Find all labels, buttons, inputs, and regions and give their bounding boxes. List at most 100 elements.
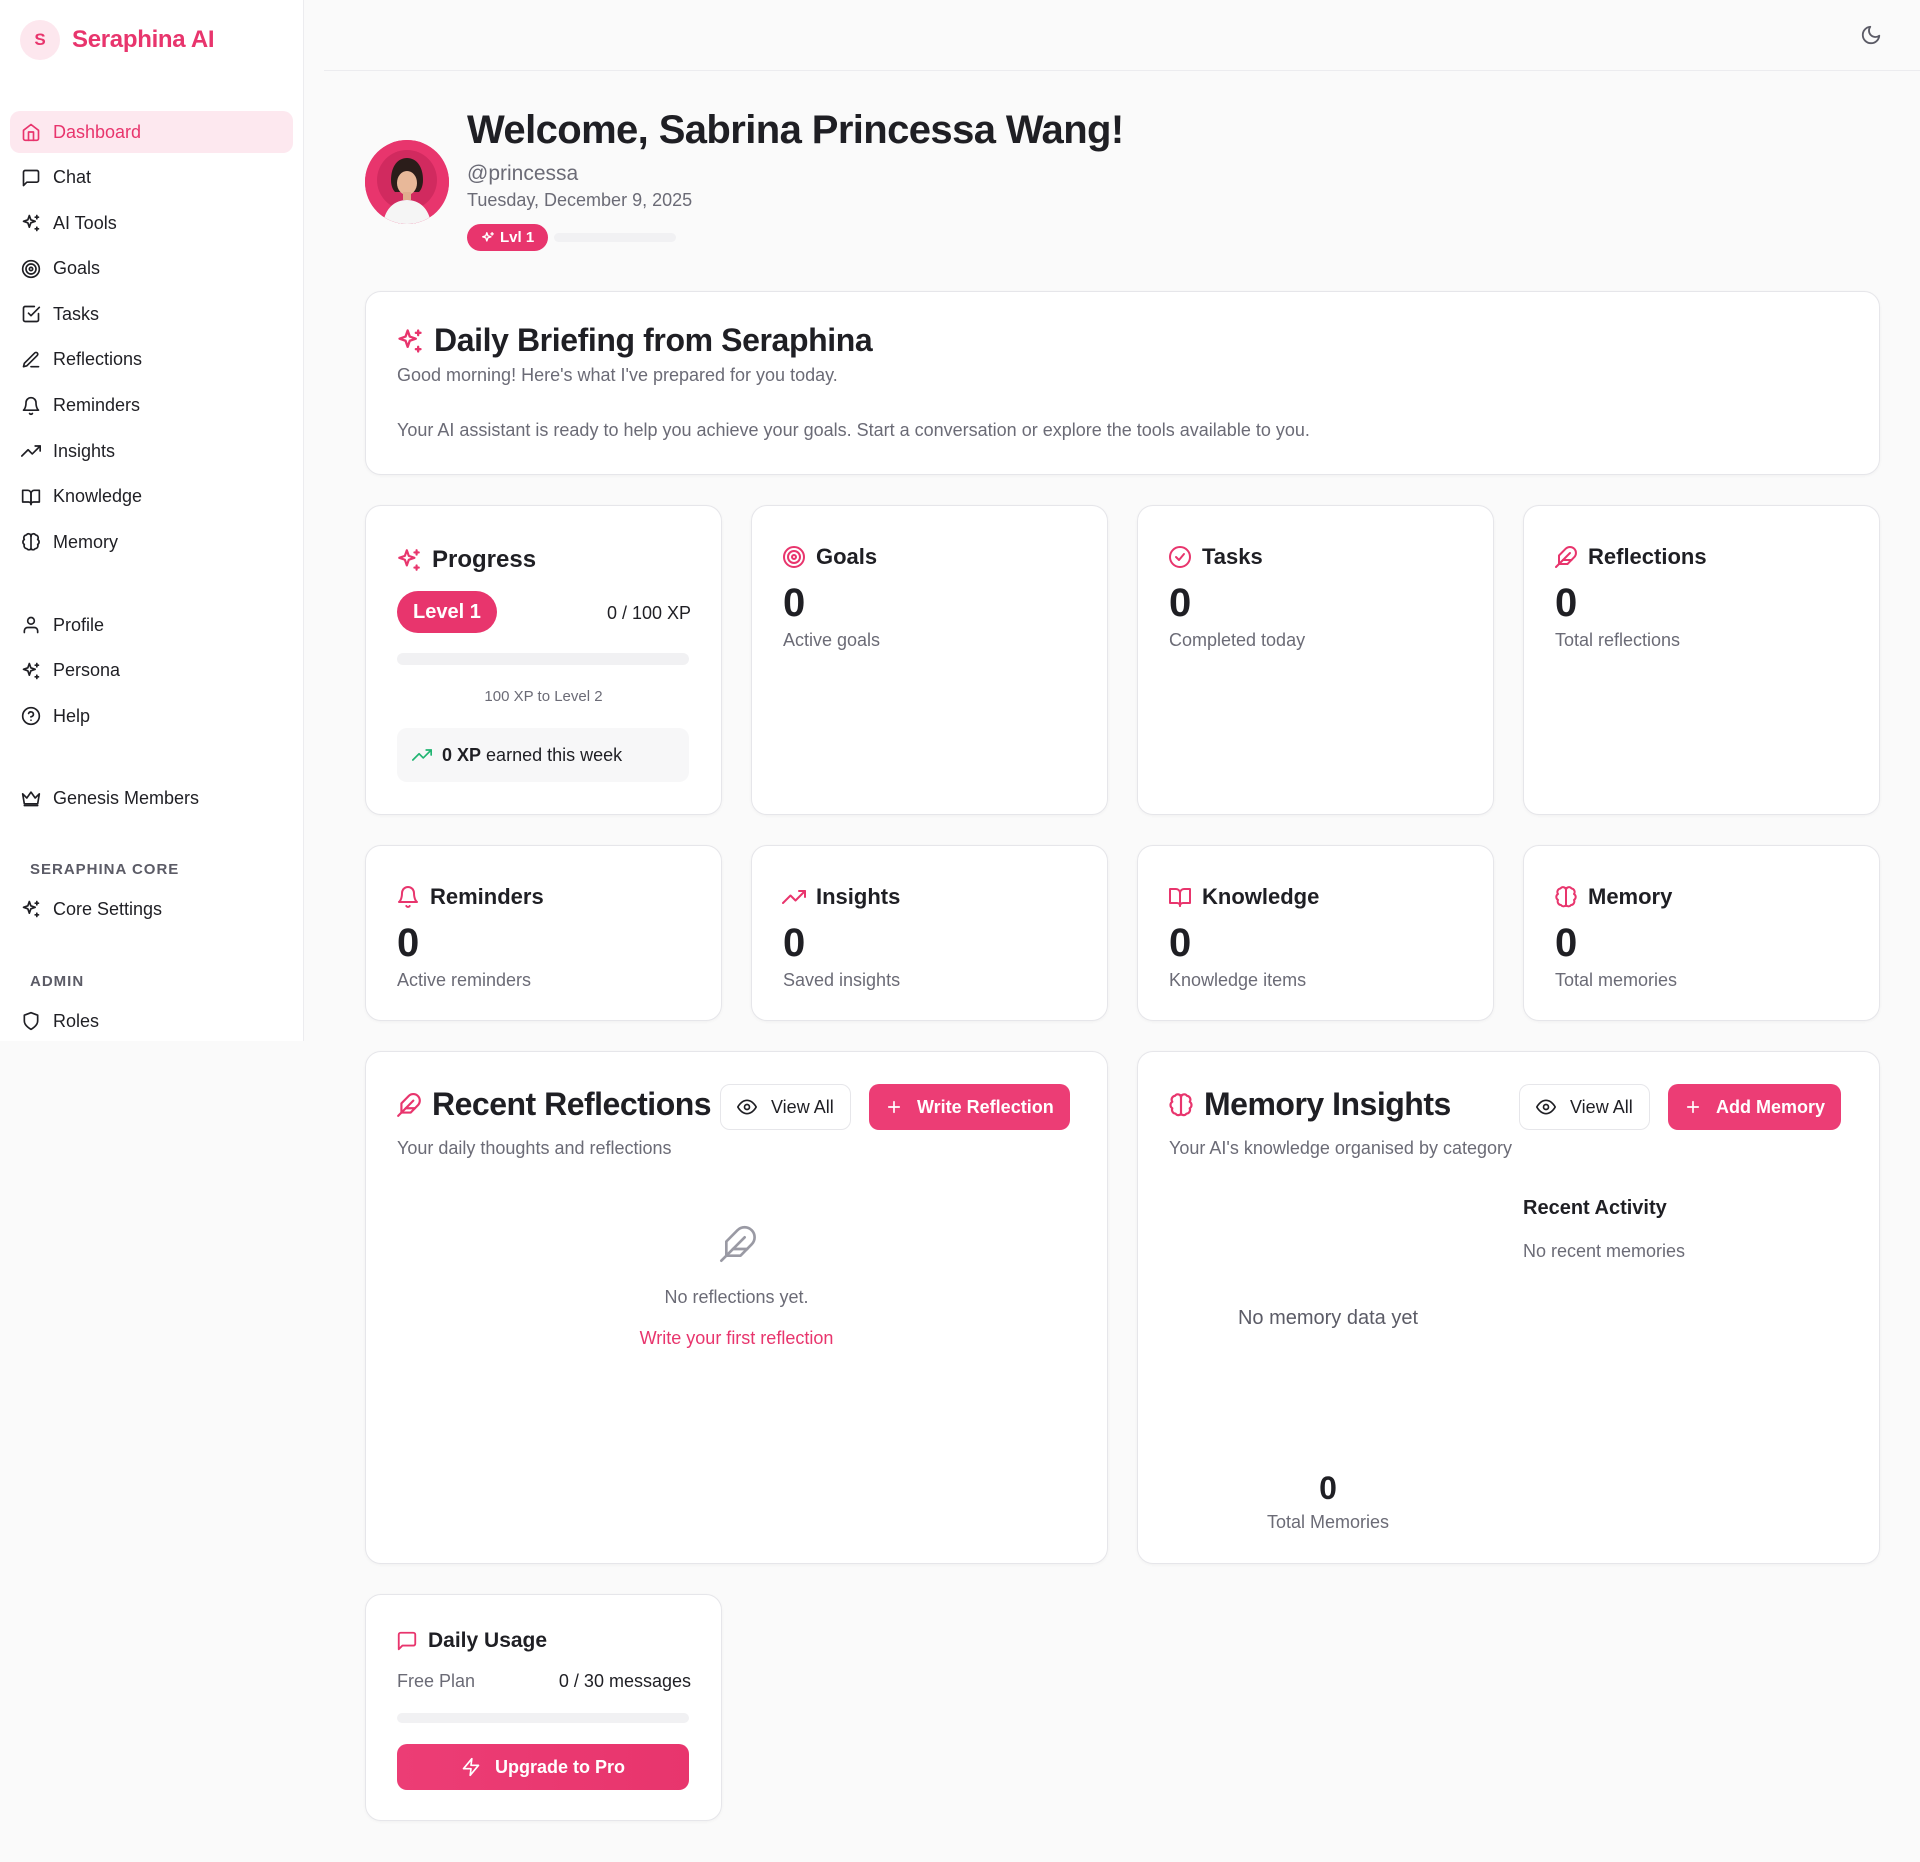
reflections-stat-card[interactable]: Reflections 0 Total reflections [1523,505,1880,815]
feather-icon [397,1092,421,1117]
sidebar-item-genesis-members[interactable]: Genesis Members [10,777,293,819]
insights-stat-value: 0 [783,921,806,965]
memory-stat-card[interactable]: Memory 0 Total memories [1523,845,1880,1021]
eye-icon [737,1099,757,1115]
user-handle: @princessa [467,162,579,185]
knowledge-stat-card[interactable]: Knowledge 0 Knowledge items [1137,845,1494,1021]
tasks-stat-title: Tasks [1168,544,1263,570]
trending-up-icon [782,890,806,904]
admin-nav: Roles [10,1000,293,1046]
welcome-heading: Welcome, Sabrina Princessa Wang! [467,108,1124,152]
avatar[interactable] [365,140,449,224]
sidebar-item-label: Knowledge [53,486,143,507]
check-square-icon [22,306,41,323]
sidebar-item-reflections[interactable]: Reflections [10,339,293,381]
recent-reflections-title: Recent Reflections [396,1086,712,1123]
sidebar: S Seraphina AI Dashboard Chat AI Tools G… [0,0,304,1041]
shield-icon [23,1011,39,1031]
memory-insights-subtitle: Your AI's knowledge organised by categor… [1169,1138,1512,1158]
weekly-xp-box: 0 XP earned this week [397,728,689,782]
sidebar-item-ai-tools[interactable]: AI Tools [10,202,293,244]
trending-up-icon [412,749,432,761]
plus-icon [1686,1100,1700,1114]
knowledge-stat-title-text: Knowledge [1202,884,1320,909]
brand-name: Seraphina AI [72,26,215,53]
progress-title: Progress [396,546,536,574]
total-memories-value: 0 [1319,1470,1337,1506]
sidebar-item-tasks[interactable]: Tasks [10,293,293,335]
sidebar-item-label: Tasks [53,303,100,324]
sidebar-item-label: Persona [53,660,121,681]
sidebar-item-help[interactable]: Help [10,695,293,737]
sidebar-item-goals[interactable]: Goals [10,248,293,290]
write-first-reflection-link[interactable]: Write your first reflection [366,1328,1107,1349]
brand-logo: S [20,20,60,60]
zap-icon [462,1757,480,1777]
home-icon [22,123,40,142]
sidebar-item-insights[interactable]: Insights [10,430,293,472]
brand[interactable]: S Seraphina AI [20,20,215,60]
sidebar-item-memory[interactable]: Memory [10,521,293,563]
view-all-memories-button[interactable]: View All [1519,1084,1650,1130]
insights-stat-title: Insights [782,884,900,910]
add-memory-button[interactable]: Add Memory [1668,1084,1842,1130]
sidebar-item-label: Reflections [53,349,143,370]
daily-usage-card: Daily Usage Free Plan 0 / 30 messages Up… [365,1594,722,1821]
write-reflection-button[interactable]: Write Reflection [869,1084,1070,1130]
knowledge-stat-value: 0 [1169,921,1192,965]
main-nav: Dashboard Chat AI Tools Goals Tasks Refl… [10,111,293,567]
sidebar-item-roles[interactable]: Roles [10,1000,293,1042]
memory-insights-title-text: Memory Insights [1204,1086,1451,1122]
goals-stat-card[interactable]: Goals 0 Active goals [751,505,1108,815]
insights-stat-card[interactable]: Insights 0 Saved insights [751,845,1108,1021]
sidebar-item-core-settings[interactable]: Core Settings [10,888,293,930]
upgrade-to-pro-button[interactable]: Upgrade to Pro [397,1744,689,1790]
sidebar-item-label: AI Tools [53,212,117,233]
level-badge-label: Lvl 1 [500,229,535,246]
reminders-stat-card[interactable]: Reminders 0 Active reminders [365,845,722,1021]
top-bar [324,0,1920,71]
plan-name: Free Plan [397,1671,476,1691]
section-label-admin: ADMIN [30,973,85,990]
knowledge-stat-label: Knowledge items [1169,970,1307,990]
message-square-icon [397,1631,417,1651]
target-icon [21,259,41,278]
tasks-stat-card[interactable]: Tasks 0 Completed today [1137,505,1494,815]
level-progress-bar [554,233,676,242]
sidebar-item-label: Profile [53,614,105,635]
sidebar-item-persona[interactable]: Persona [10,650,293,692]
pen-icon [22,351,40,368]
weekly-xp-text: 0 XP earned this week [442,745,622,766]
briefing-subtitle: Good morning! Here's what I've prepared … [397,365,838,385]
sidebar-item-profile[interactable]: Profile [10,604,293,646]
sidebar-item-label: Chat [53,167,92,188]
level-chip: Level 1 [397,591,497,633]
view-all-reflections-button[interactable]: View All [720,1084,851,1130]
sparkles-icon [398,328,422,353]
view-all-label: View All [1570,1096,1633,1117]
sidebar-item-label: Roles [53,1010,100,1031]
goals-stat-title-text: Goals [816,544,878,569]
daily-usage-title-text: Daily Usage [428,1629,548,1652]
weekly-xp-value: 0 XP [442,744,482,765]
daily-usage-title: Daily Usage [396,1629,547,1653]
recent-activity-empty: No recent memories [1523,1241,1686,1261]
check-circle-icon [1169,546,1191,568]
sparkles-icon [22,900,40,918]
sidebar-item-knowledge[interactable]: Knowledge [10,476,293,518]
recent-reflections-title-text: Recent Reflections [432,1086,712,1122]
target-icon [783,546,805,568]
memory-chart-empty: No memory data yet [1237,1307,1419,1329]
bell-icon [398,886,418,908]
memory-insights-title: Memory Insights [1168,1086,1451,1123]
moon-icon[interactable] [1860,24,1882,46]
avatar-photo [365,140,449,224]
book-open-icon [21,489,41,506]
sidebar-item-dashboard[interactable]: Dashboard [10,111,293,153]
sidebar-item-label: Insights [53,440,116,461]
sidebar-item-chat[interactable]: Chat [10,157,293,199]
feather-icon [1555,546,1577,568]
progress-title-text: Progress [432,546,537,573]
goals-stat-label: Active goals [783,630,881,650]
sidebar-item-reminders[interactable]: Reminders [10,385,293,427]
